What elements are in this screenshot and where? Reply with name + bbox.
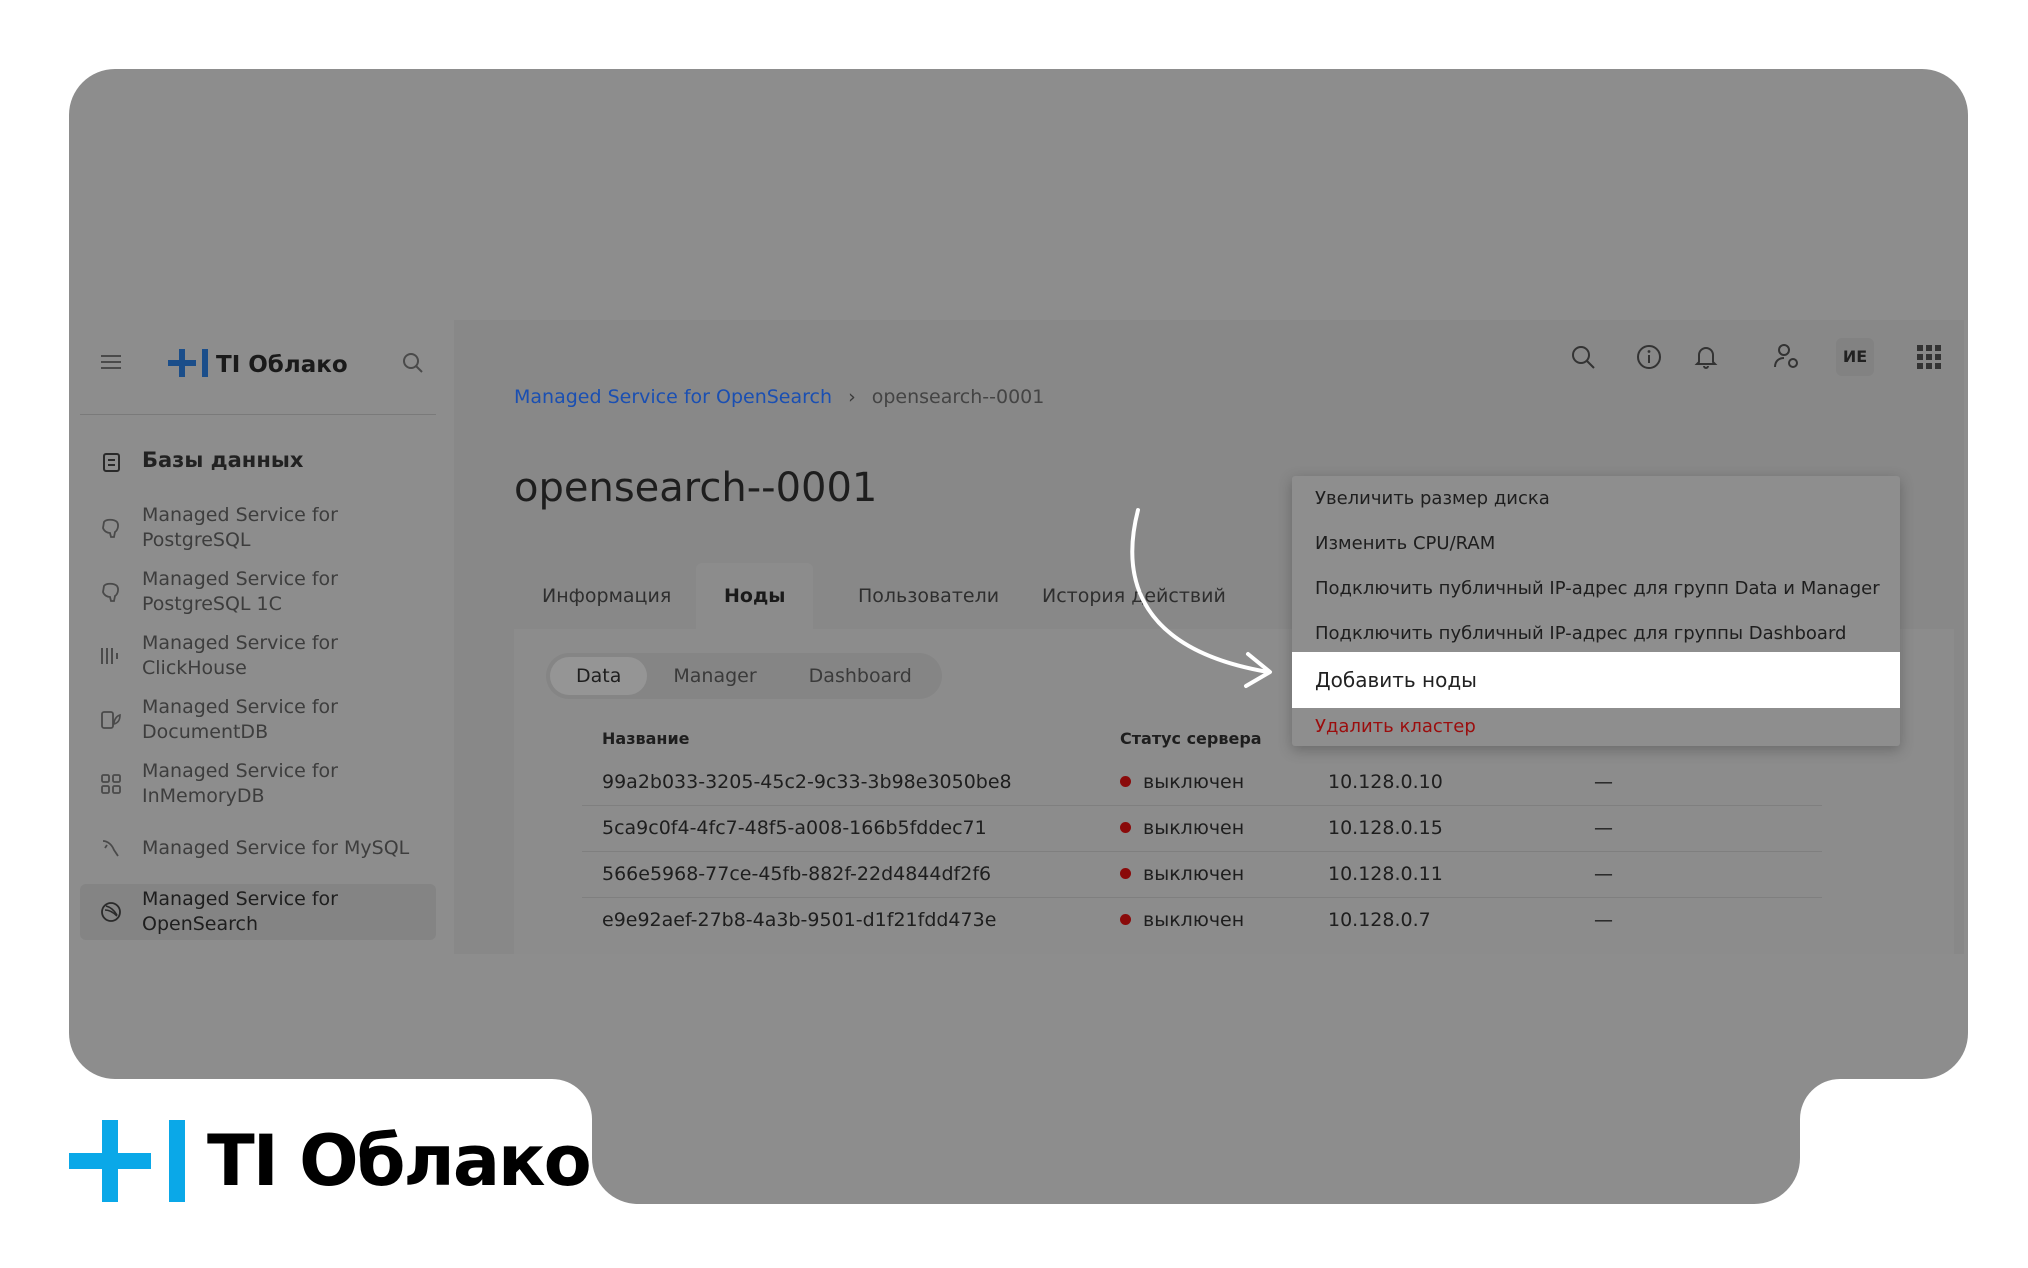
bell-icon[interactable] bbox=[1694, 344, 1718, 374]
sidebar-item-label: Managed Service for InMemoryDB bbox=[142, 760, 338, 807]
sidebar-item-label: Managed Service for OpenSearch bbox=[142, 888, 338, 935]
column-header-status: Статус сервера bbox=[1120, 729, 1262, 748]
empty-value: — bbox=[1594, 909, 1613, 931]
user-settings-icon[interactable] bbox=[1772, 342, 1800, 374]
sidebar-logo-text: TI Облако bbox=[216, 352, 348, 378]
node-id: 5ca9c0f4-4fc7-48f5-a008-166b5fddec71 bbox=[602, 817, 987, 839]
tab-users[interactable]: Пользователи bbox=[830, 563, 1027, 629]
cluster-actions-menu: Увеличить размер диска Изменить CPU/RAM … bbox=[1292, 476, 1900, 746]
sidebar-item-label: Managed Service for MySQL bbox=[142, 836, 410, 859]
breadcrumb: Managed Service for OpenSearch › opensea… bbox=[514, 386, 1044, 408]
sidebar-item-label: Managed Service for DocumentDB bbox=[142, 696, 338, 743]
opensearch-icon bbox=[99, 900, 123, 924]
node-group-switch: Data Manager Dashboard bbox=[546, 653, 942, 699]
plus-bar-logo-icon bbox=[69, 1120, 187, 1202]
empty-value: — bbox=[1594, 771, 1613, 793]
avatar[interactable]: ИЕ bbox=[1836, 338, 1874, 376]
menu-item-increase-disk[interactable]: Увеличить размер диска bbox=[1292, 476, 1900, 521]
tab-nodes[interactable]: Ноды bbox=[696, 563, 814, 629]
node-id: e9e92aef-27b8-4a3b-9501-d1f21fdd473e bbox=[602, 909, 997, 931]
tab-info[interactable]: Информация bbox=[514, 563, 699, 629]
sidebar-item-label: Managed Service for PostgreSQL bbox=[142, 504, 338, 551]
sidebar-item-postgresql[interactable]: Managed Service for PostgreSQL bbox=[80, 500, 436, 556]
search-icon[interactable] bbox=[1570, 344, 1596, 374]
hamburger-menu-icon[interactable] bbox=[100, 352, 122, 376]
status-text: выключен bbox=[1143, 909, 1245, 931]
ip-address: 10.128.0.7 bbox=[1328, 909, 1431, 931]
sidebar-header: TI Облако bbox=[80, 338, 436, 388]
elephant-icon bbox=[99, 580, 123, 604]
sidebar-item-clickhouse[interactable]: Managed Service for ClickHouse bbox=[80, 628, 436, 684]
leaf-doc-icon bbox=[99, 708, 123, 732]
menu-item-public-ip-data-manager[interactable]: Подключить публичный IP-адрес для групп … bbox=[1292, 566, 1900, 611]
status-text: выключен bbox=[1143, 863, 1245, 885]
info-icon[interactable] bbox=[1636, 344, 1662, 374]
sidebar-item-label: Managed Service for ClickHouse bbox=[142, 632, 338, 679]
plus-bar-logo-icon bbox=[168, 348, 210, 382]
sidebar-divider bbox=[80, 414, 436, 415]
frame-bottom-tab bbox=[592, 1040, 1800, 1204]
grid-icon bbox=[99, 772, 123, 796]
status-text: выключен bbox=[1143, 771, 1245, 793]
sidebar-item-postgresql-1c[interactable]: Managed Service for PostgreSQL 1C bbox=[80, 564, 436, 620]
status-off-dot-icon bbox=[1120, 776, 1131, 787]
segment-data[interactable]: Data bbox=[550, 657, 648, 695]
ip-address: 10.128.0.15 bbox=[1328, 817, 1443, 839]
ip-address: 10.128.0.11 bbox=[1328, 863, 1443, 885]
sidebar: TI Облако Базы данных Managed Service fo… bbox=[80, 320, 436, 954]
segment-dashboard[interactable]: Dashboard bbox=[783, 657, 938, 695]
table-row[interactable]: 566e5968-77ce-45fb-882f-22d4844df2f6 вык… bbox=[582, 851, 1822, 898]
node-id: 566e5968-77ce-45fb-882f-22d4844df2f6 bbox=[602, 863, 992, 885]
status-cell: выключен bbox=[1120, 909, 1244, 931]
brand-name: TI Облако bbox=[207, 1120, 592, 1202]
column-header-name: Название bbox=[602, 729, 690, 748]
database-icon bbox=[100, 450, 124, 478]
status-cell: выключен bbox=[1120, 817, 1244, 839]
brand-logo: TI Облако bbox=[69, 1120, 592, 1202]
table-row[interactable]: 5ca9c0f4-4fc7-48f5-a008-166b5fddec71 вык… bbox=[582, 805, 1822, 852]
annotation-arrow-icon bbox=[1130, 508, 1272, 688]
menu-item-add-nodes[interactable]: Добавить ноды bbox=[1292, 652, 1900, 708]
status-cell: выключен bbox=[1120, 863, 1244, 885]
sidebar-item-documentdb[interactable]: Managed Service for DocumentDB bbox=[80, 692, 436, 748]
sidebar-item-label: Managed Service for PostgreSQL 1C bbox=[142, 568, 338, 615]
page-title: opensearch--0001 bbox=[514, 465, 878, 511]
sidebar-logo[interactable]: TI Облако bbox=[168, 348, 348, 382]
breadcrumb-current: opensearch--0001 bbox=[871, 386, 1045, 408]
ip-address: 10.128.0.10 bbox=[1328, 771, 1443, 793]
elephant-icon bbox=[99, 516, 123, 540]
sidebar-item-inmemorydb[interactable]: Managed Service for InMemoryDB bbox=[80, 756, 436, 812]
status-off-dot-icon bbox=[1120, 868, 1131, 879]
breadcrumb-link[interactable]: Managed Service for OpenSearch bbox=[514, 386, 832, 408]
empty-value: — bbox=[1594, 817, 1613, 839]
header-toolbar: ИЕ bbox=[1570, 338, 1960, 378]
menu-item-change-cpu-ram[interactable]: Изменить CPU/RAM bbox=[1292, 521, 1900, 566]
menu-item-public-ip-dashboard[interactable]: Подключить публичный IP-адрес для группы… bbox=[1292, 611, 1900, 656]
menu-item-delete-cluster[interactable]: Удалить кластер bbox=[1292, 704, 1900, 749]
bars-icon bbox=[99, 644, 123, 668]
sidebar-search-icon[interactable] bbox=[402, 352, 424, 378]
sidebar-section-title: Базы данных bbox=[142, 448, 304, 472]
empty-value: — bbox=[1594, 863, 1613, 885]
sidebar-item-opensearch[interactable]: Managed Service for OpenSearch bbox=[80, 884, 436, 940]
segment-manager[interactable]: Manager bbox=[647, 657, 782, 695]
status-off-dot-icon bbox=[1120, 914, 1131, 925]
table-row[interactable]: e9e92aef-27b8-4a3b-9501-d1f21fdd473e вык… bbox=[582, 897, 1822, 943]
dolphin-icon bbox=[99, 836, 123, 860]
status-cell: выключен bbox=[1120, 771, 1244, 793]
status-text: выключен bbox=[1143, 817, 1245, 839]
table-row[interactable]: 99a2b033-3205-45c2-9c33-3b98e3050be8 вык… bbox=[582, 759, 1822, 806]
node-id: 99a2b033-3205-45c2-9c33-3b98e3050be8 bbox=[602, 771, 1012, 793]
apps-grid-icon[interactable] bbox=[1916, 344, 1942, 374]
status-off-dot-icon bbox=[1120, 822, 1131, 833]
sidebar-item-mysql[interactable]: Managed Service for MySQL bbox=[80, 820, 436, 876]
chevron-right-icon: › bbox=[848, 386, 856, 408]
